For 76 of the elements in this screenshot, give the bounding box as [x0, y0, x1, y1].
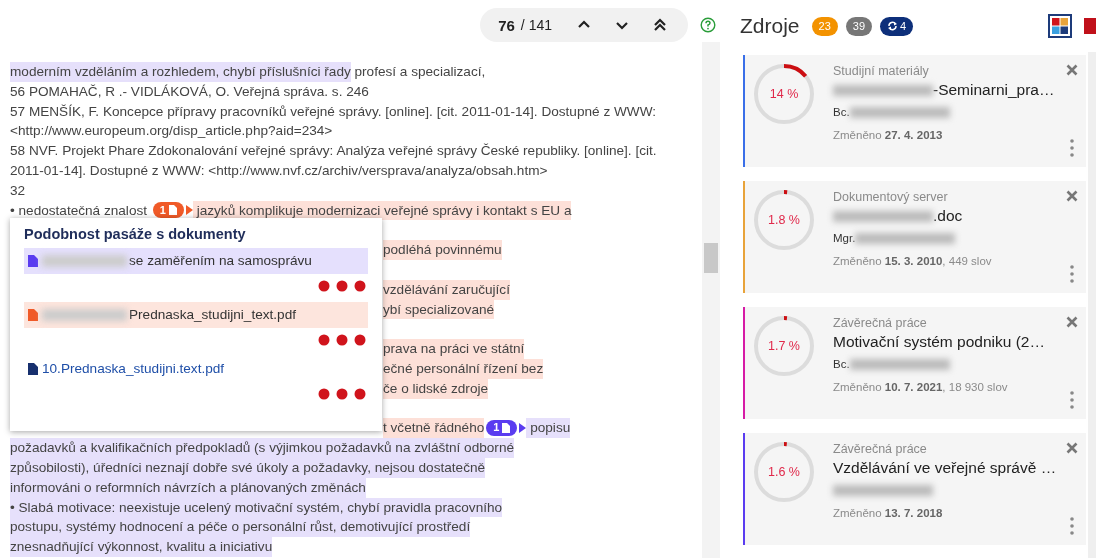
kebab-menu-icon[interactable]	[1070, 265, 1074, 283]
more-icon[interactable]	[318, 388, 366, 400]
modified-date: Změněno 27. 4. 2013	[833, 129, 944, 141]
page-total: / 141	[520, 17, 552, 33]
document-text: znesnadňující výkonnost, kvalitu a iniciativu	[10, 537, 273, 557]
source-card[interactable]: 1.8 % Dokumentový server .doc Mgr. Změněno 15. 3. 2010, 449 slov	[743, 181, 1086, 293]
panel-title: Zdroje	[740, 14, 800, 38]
author-title: Bc.	[833, 358, 850, 370]
source-title: Motivační systém podniku (2…	[833, 333, 1045, 350]
more-icon[interactable]	[318, 334, 366, 346]
kebab-menu-icon[interactable]	[1070, 139, 1074, 157]
document-icon	[168, 205, 177, 216]
document-text: prava na práci ve státní	[383, 339, 525, 359]
document-text: če o lidské zdroje	[383, 378, 489, 399]
current-page: 76	[498, 16, 515, 34]
document-text: informováni o reformních návrzích a plánovaných změnách	[10, 477, 366, 498]
document-text: podléhá povinnému	[383, 240, 502, 260]
source-title: .doc	[933, 207, 963, 224]
document-icon	[502, 423, 511, 434]
modified-date: Změněno 15. 3. 2010, 449 slov	[833, 255, 993, 267]
grid-view-button[interactable]	[1048, 14, 1072, 38]
close-icon[interactable]	[1066, 190, 1078, 202]
document-text: ečné personální řízení bez	[383, 358, 544, 379]
document-text: • nedostatečná znalost	[10, 201, 148, 220]
matched-document[interactable]: 10.Prednaska_studijni.text.pdf	[24, 356, 368, 382]
chevron-up-icon	[577, 20, 591, 30]
document-text: postupu, systémy hodnocení a péče o personální růst, demotivující prostředí	[10, 517, 471, 538]
source-card[interactable]: 14 % Studijní materiály -Seminarni_pra… Bc. Změněno 27. 4. 2013	[743, 55, 1086, 167]
close-icon[interactable]	[1066, 64, 1078, 76]
close-icon[interactable]	[1066, 442, 1078, 454]
source-category: Závěrečná práce	[833, 442, 928, 456]
kebab-menu-icon[interactable]	[1070, 391, 1074, 409]
sync-badge[interactable]: 4	[880, 16, 914, 36]
similarity-percent: 1.7 %	[767, 338, 801, 355]
source-card[interactable]: 1.7 % Závěrečná práce Motivační systém podniku (2… Bc. Změněno 10. 7. 2021, 18 930 slov	[743, 307, 1086, 419]
document-text: vzdělávání zaručující	[383, 279, 510, 300]
document-text: 56 POMAHAČ, R .- VIDLÁKOVÁ, O. Veřejná správa. s. 246	[10, 82, 369, 101]
count-badge[interactable]: 39	[845, 16, 873, 36]
document-text: 57 MENŠÍK, F. Koncepce přípravy pracovníků veřejné správy. [online]. [cit. 2011-01-14]. Dostupné z WWW:	[10, 102, 656, 121]
document-text: 32	[10, 181, 26, 200]
modified-date: Změněno 13. 7. 2018	[833, 507, 944, 519]
chevron-down-icon	[615, 20, 629, 30]
double-chevron-up-icon	[653, 18, 667, 32]
source-category: Závěrečná práce	[833, 316, 928, 330]
source-title: -Seminarni_pra…	[933, 81, 1055, 98]
document-text: 2011-01-14]. Dostupné z WWW: <http://www.nvf.cz/archiv/versprava/analyza/obsah.htm>	[10, 162, 548, 180]
sync-icon	[887, 21, 899, 31]
document-text: ybí specializované	[383, 299, 495, 320]
similarity-percent: 1.8 %	[767, 212, 801, 229]
source-category: Studijní materiály	[833, 64, 930, 78]
document-text: <http://www.europeum.org/disp_article.php?aid=234>	[10, 122, 333, 141]
author-title: Bc.	[833, 106, 850, 118]
kebab-menu-icon[interactable]	[1070, 517, 1074, 535]
popup-title: Podobnost pasáže s dokumenty	[24, 226, 247, 242]
document-text: popisu	[526, 418, 571, 439]
document-text: způsobilosti), úředníci neznají dobře své úkoly a požadavky, nejsou dostatečně	[10, 457, 486, 478]
source-title: Vzdělávání ve veřejné správě …	[833, 459, 1057, 476]
document-text: jazyků komplikuje modernizaci veřejné správy i kontakt s EU a	[192, 200, 572, 221]
help-icon[interactable]	[700, 17, 716, 33]
document-text: profesí a specializací,	[353, 63, 486, 81]
similarity-percent: 14 %	[768, 86, 800, 103]
scrollbar[interactable]	[702, 42, 720, 558]
document-text: moderním vzděláním a rozhledem, chybí příslušníci řady	[10, 62, 351, 82]
document-text: 58 NVF. Projekt Phare Zdokonalování veřejné správy: Analýza veřejné správy České republiky. [online]. [cit.	[10, 142, 657, 161]
matched-document[interactable]: se zaměřením na samosprávu	[24, 248, 368, 274]
close-icon[interactable]	[1066, 316, 1078, 328]
similarity-percent: 1.6 %	[767, 464, 801, 481]
modified-date: Změněno 10. 7. 2021, 18 930 slov	[833, 381, 1009, 393]
source-category: Dokumentový server	[833, 190, 949, 204]
more-icon[interactable]	[318, 280, 366, 292]
source-card[interactable]: 1.6 % Závěrečná práce Vzdělávání ve veřejné správě … Změněno 13. 7. 2018	[743, 433, 1086, 545]
document-text: • Slabá motivace: neexistuje ucelený motivační systém, chybí pravidla pracovního	[10, 497, 503, 518]
author-title: Mgr.	[833, 232, 856, 244]
document-text: t včetně řádného	[383, 418, 485, 439]
matched-document[interactable]: Prednaska_studijni_text.pdf	[24, 302, 368, 328]
document-text: požadavků a kvalifikačních předpokladů (s výjimkou požadavků na zvláštní odborné	[10, 438, 514, 458]
